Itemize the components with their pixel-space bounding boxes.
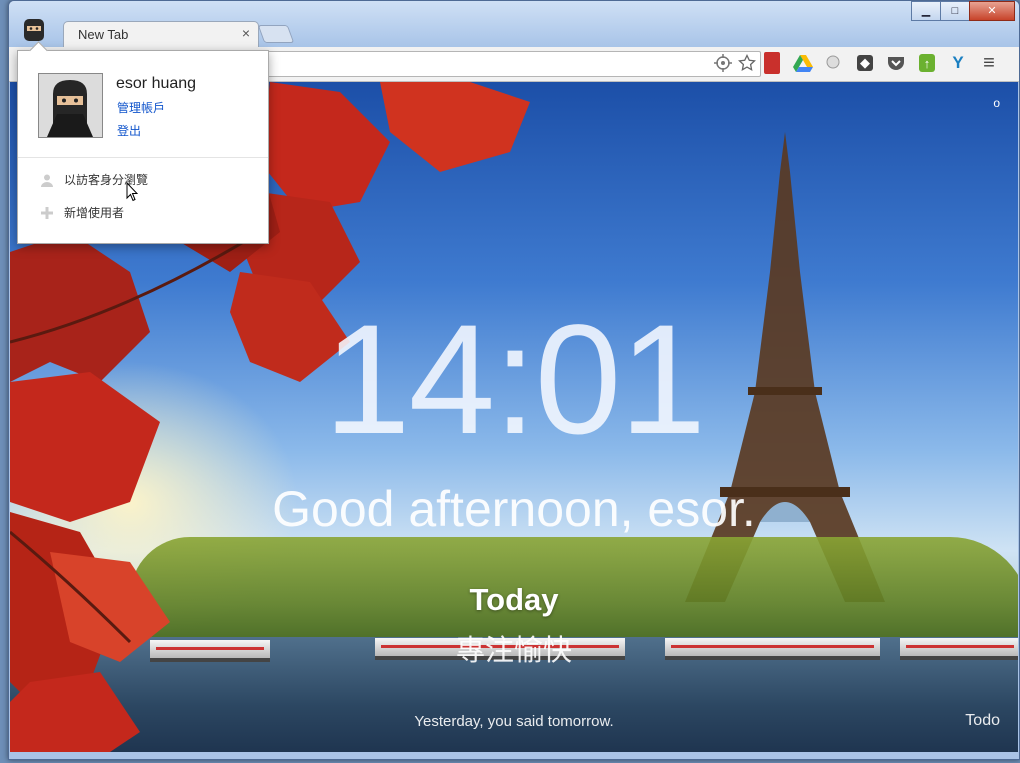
profile-avatar [38,73,103,138]
address-bar[interactable] [259,51,761,77]
close-window-button[interactable]: ✕ [969,1,1015,21]
maximize-button[interactable]: □ [940,1,970,21]
sign-out-link[interactable]: 登出 [117,122,141,139]
puzzle-extension-icon[interactable]: ◆ [857,55,873,71]
new-tab-button[interactable] [257,25,295,43]
guest-person-icon [40,173,54,187]
settings-dot[interactable]: o [993,96,1000,110]
title-bar: New Tab × ▁ □ ✕ [9,1,1019,48]
bookmark-star-icon[interactable] [738,54,756,72]
tab-new-tab[interactable]: New Tab × [63,21,259,48]
google-drive-icon[interactable] [792,52,814,74]
evernote-icon[interactable]: ↑ [919,54,935,72]
ninja-avatar-icon [39,74,102,137]
profile-menu-popup: esor huang 管理帳戶 登出 以訪客身分瀏覽 新增使用者 [17,50,269,244]
menu-icon[interactable]: ≡ [978,52,1000,74]
clock: 14:01 [323,293,706,467]
y-extension-icon[interactable]: Y [947,52,969,74]
add-user-label: 新增使用者 [64,206,125,220]
red-bookmark-icon[interactable] [764,52,780,74]
location-target-icon[interactable] [714,54,732,72]
tab-close-icon[interactable]: × [242,25,250,41]
greeting-text: Good afternoon, esor. [272,481,756,537]
search-extension-icon[interactable] [823,52,845,74]
profile-name: esor huang [116,75,197,92]
add-plus-icon [40,206,54,220]
focus-heading: Today [469,582,559,617]
profile-avatar-button[interactable] [21,17,47,43]
pocket-icon[interactable] [885,52,907,74]
window-controls: ▁ □ ✕ [911,1,1015,21]
tab-title: New Tab [78,27,129,42]
ninja-avatar-icon [24,19,44,41]
menu-divider [18,157,268,158]
daily-quote: Yesterday, you said tomorrow. [414,713,614,730]
manage-account-link[interactable]: 管理帳戶 [117,99,165,116]
omnibox-icons [714,54,756,72]
extension-icons: ◆ ↑ Y ≡ [761,52,1000,74]
mouse-cursor-icon [126,182,138,202]
add-user-item[interactable]: 新增使用者 [40,204,124,221]
focus-text[interactable]: 專注愉快 [10,627,1018,669]
minimize-button[interactable]: ▁ [911,1,941,21]
todo-button[interactable]: Todo [965,712,1000,730]
